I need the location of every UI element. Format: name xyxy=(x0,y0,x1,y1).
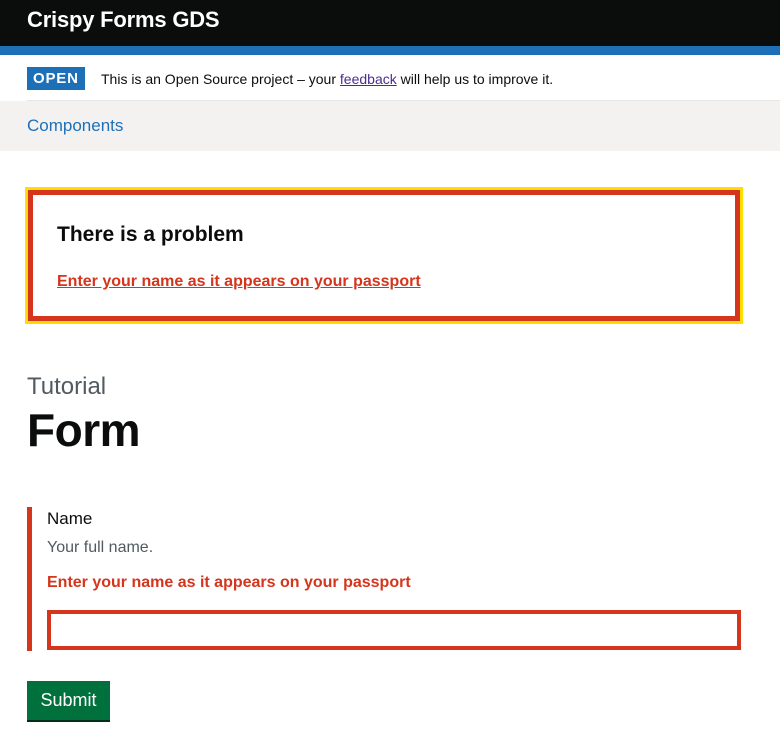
phase-banner: OPEN This is an Open Source project – yo… xyxy=(27,55,780,101)
name-form-group: Name Your full name. Enter your name as … xyxy=(27,507,741,651)
name-error-message: Enter your name as it appears on your pa… xyxy=(47,574,411,591)
nav-link-components[interactable]: Components xyxy=(27,116,123,136)
name-label: Name xyxy=(47,509,93,528)
phase-banner-text: This is an Open Source project – your fe… xyxy=(101,71,553,87)
name-input[interactable] xyxy=(47,610,741,650)
page-title: Form xyxy=(27,404,141,456)
submit-button[interactable]: Submit xyxy=(27,681,110,720)
phase-text-before: This is an Open Source project – your xyxy=(101,71,340,87)
name-hint: Your full name. xyxy=(47,539,154,556)
navigation-bar: Components xyxy=(0,101,780,151)
phase-text-after: will help us to improve it. xyxy=(396,71,554,87)
error-summary: There is a problem Enter your name as it… xyxy=(28,190,740,321)
page-caption: Tutorial xyxy=(27,373,107,400)
error-summary-link-name[interactable]: Enter your name as it appears on your pa… xyxy=(57,273,421,291)
service-name[interactable]: Crispy Forms GDS xyxy=(27,7,220,33)
site-header: Crispy Forms GDS xyxy=(0,0,780,46)
feedback-link[interactable]: feedback xyxy=(340,71,397,87)
phase-tag: OPEN xyxy=(27,67,85,90)
header-blue-stripe xyxy=(0,46,780,55)
error-summary-title: There is a problem xyxy=(57,223,244,246)
